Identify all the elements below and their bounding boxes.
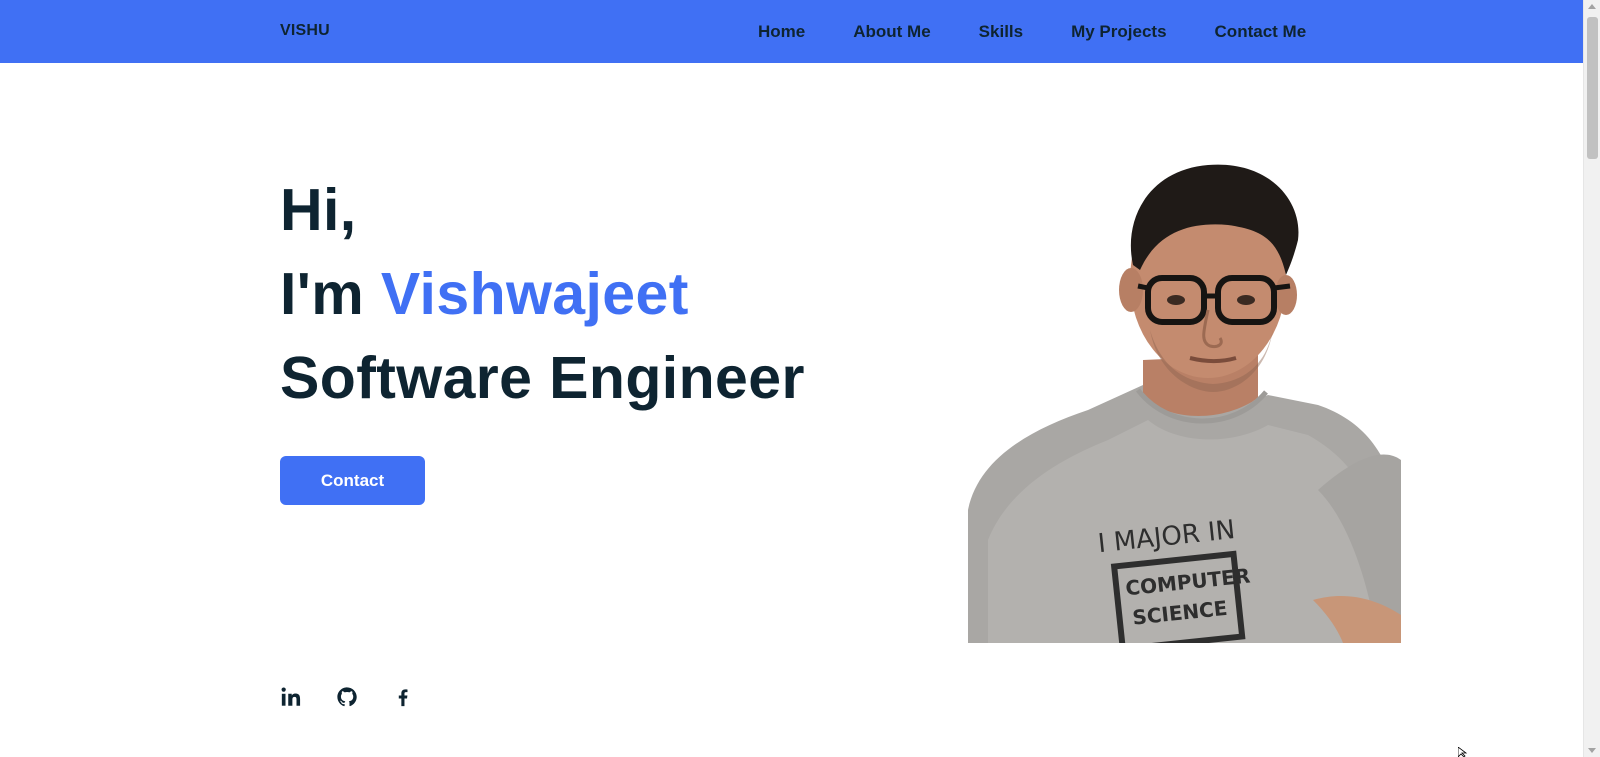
page: VISHU Home About Me Skills My Projects C… (0, 0, 1600, 757)
nav-about-me[interactable]: About Me (853, 22, 930, 42)
site-logo[interactable]: VISHU (280, 22, 330, 40)
page-scrollbar[interactable] (1583, 0, 1600, 757)
nav-home[interactable]: Home (758, 22, 805, 42)
scroll-up-icon[interactable] (1588, 4, 1596, 9)
top-navbar: VISHU Home About Me Skills My Projects C… (0, 0, 1583, 63)
hero-intro-prefix: I'm (280, 261, 381, 327)
hero-role: Software Engineer (280, 345, 805, 411)
linkedin-icon[interactable] (280, 686, 302, 708)
nav-my-projects[interactable]: My Projects (1071, 22, 1166, 42)
scroll-down-icon[interactable] (1588, 748, 1596, 753)
hero-greeting: Hi, (280, 177, 357, 243)
hero-heading: Hi, I'm Vishwajeet Software Engineer (280, 168, 805, 420)
nav-contact-me[interactable]: Contact Me (1215, 22, 1307, 42)
profile-photo: I MAJOR IN COMPUTER SCIENCE (968, 164, 1401, 643)
github-icon[interactable] (336, 686, 358, 708)
contact-button[interactable]: Contact (280, 456, 425, 505)
social-links (280, 686, 414, 708)
facebook-icon[interactable] (392, 686, 414, 708)
nav-skills[interactable]: Skills (979, 22, 1023, 42)
main-nav: Home About Me Skills My Projects Contact… (758, 22, 1306, 42)
hero-name: Vishwajeet (380, 261, 689, 327)
mouse-cursor-icon (1458, 747, 1468, 757)
scroll-thumb[interactable] (1587, 17, 1598, 159)
hero-intro: I'm Vishwajeet (280, 252, 805, 336)
